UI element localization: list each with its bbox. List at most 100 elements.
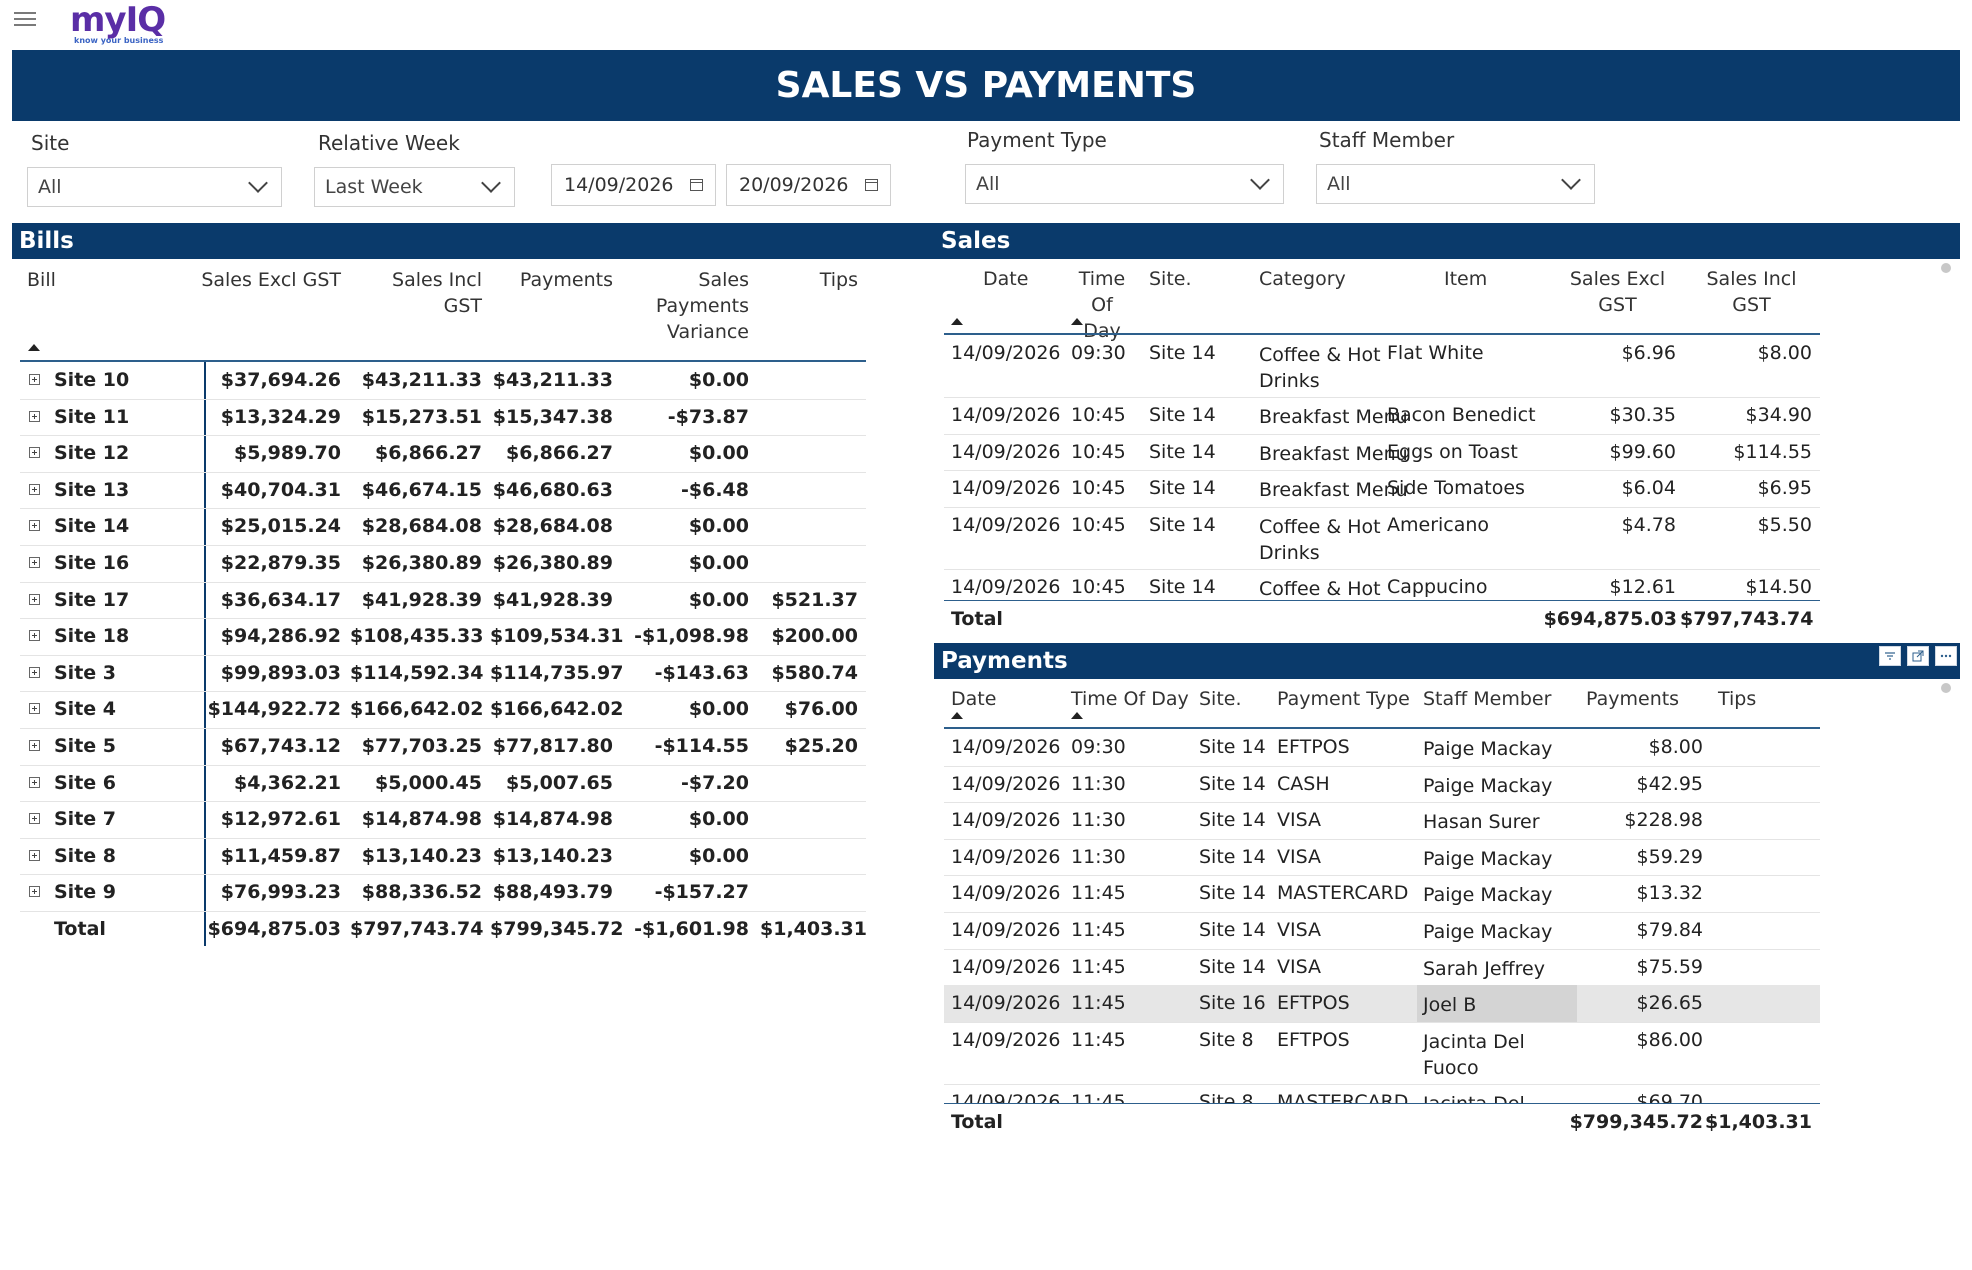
sales-row-divider (944, 433, 1820, 435)
bills-cell-bill-name[interactable]: Site 10 (54, 369, 194, 391)
payments-staff-line: Joel B (1423, 994, 1477, 1017)
expand-row-icon[interactable] (29, 520, 40, 532)
payments-col-time[interactable]: Time Of Day (1071, 686, 1189, 712)
sales-cell-incl: $14.50 (1745, 575, 1812, 598)
sales-col-category[interactable]: Category (1259, 266, 1346, 292)
date-to-input[interactable]: 20/09/2026 (726, 164, 891, 206)
sort-ascending-icon[interactable] (951, 318, 963, 325)
bills-cell-bill-name[interactable]: Site 9 (54, 881, 194, 903)
bills-cell-tips: $521.37 (771, 588, 858, 611)
expand-row-icon[interactable] (29, 886, 40, 898)
staff-member-label: Staff Member (1319, 128, 1455, 152)
expand-row-icon[interactable] (29, 813, 40, 825)
date-from-input[interactable]: 14/09/2026 (551, 164, 716, 206)
payments-cell-date: 14/09/2026 (951, 1028, 1061, 1051)
payments-cell-staff: Jacinta Del (1423, 1091, 1525, 1103)
sales-excl-header-line: Sales Excl (1569, 268, 1666, 290)
bills-cell-bill-name[interactable]: Site 17 (54, 589, 194, 611)
sales-col-item[interactable]: Item (1444, 266, 1487, 292)
payments-cell-site: Site 14 (1199, 882, 1266, 905)
payments-cell-time: 11:45 (1071, 1028, 1126, 1051)
payments-cell-staff: Paige Mackay (1423, 736, 1552, 762)
more-options-icon[interactable] (1935, 646, 1957, 666)
bills-col-sales-incl[interactable]: Sales Incl GST (350, 267, 482, 319)
bills-cell-payments: $14,874.98 (492, 808, 613, 831)
bills-cell-variance: $0.00 (688, 442, 749, 465)
bills-cell-bill-name[interactable]: Site 18 (54, 625, 194, 647)
payments-col-site[interactable]: Site. (1199, 686, 1242, 712)
sales-scrollbar[interactable] (1941, 263, 1951, 273)
sort-ascending-icon[interactable] (1071, 712, 1083, 719)
bills-cell-variance: -$73.87 (667, 405, 749, 428)
expand-row-icon[interactable] (29, 483, 40, 495)
payments-col-tips[interactable]: Tips (1718, 686, 1756, 712)
bills-cell-bill-name[interactable]: Site 5 (54, 735, 194, 757)
bills-cell-bill-name[interactable]: Site 16 (54, 552, 194, 574)
bills-cell-payments: $41,928.39 (492, 588, 613, 611)
bills-cell-variance: -$114.55 (654, 735, 749, 757)
bills-row-divider (20, 618, 866, 620)
payment-type-dropdown[interactable]: All (965, 164, 1284, 204)
bills-cell-bill-name[interactable]: Site 13 (54, 479, 194, 501)
expand-row-icon[interactable] (29, 703, 40, 715)
sales-col-site[interactable]: Site. (1149, 266, 1192, 292)
expand-row-icon[interactable] (29, 630, 40, 642)
bills-cell-bill-name[interactable]: Site 12 (54, 442, 194, 464)
sort-ascending-icon[interactable] (28, 344, 40, 351)
payments-col-date[interactable]: Date (951, 686, 996, 712)
bills-cell-variance: $0.00 (688, 698, 749, 721)
bills-col-bill[interactable]: Bill (27, 267, 56, 293)
sales-row-divider (944, 568, 1820, 570)
bills-row-divider (20, 764, 866, 766)
payments-cell-date: 14/09/2026 (951, 1090, 1061, 1103)
payments-scrollbar[interactable] (1941, 683, 1951, 693)
expand-row-icon[interactable] (29, 447, 40, 459)
payments-col-staff-member[interactable]: Staff Member (1423, 686, 1551, 712)
bills-cell-sales-incl: $41,928.39 (361, 588, 482, 611)
sort-ascending-icon[interactable] (951, 712, 963, 719)
expand-row-icon[interactable] (29, 666, 40, 678)
calendar-icon[interactable] (690, 179, 703, 191)
site-filter-dropdown[interactable]: All (27, 167, 282, 207)
expand-row-icon[interactable] (29, 374, 40, 385)
bills-col-sales-excl[interactable]: Sales Excl GST (200, 267, 341, 293)
sales-category-line: Coffee & Hot (1259, 515, 1381, 538)
bills-cell-bill-name[interactable]: Site 7 (54, 808, 194, 830)
bills-cell-variance: $0.00 (688, 588, 749, 611)
relative-week-dropdown[interactable]: Last Week (314, 167, 515, 207)
bills-cell-sales-excl: $4,362.21 (234, 771, 341, 794)
chevron-down-icon (1561, 170, 1581, 190)
expand-row-icon[interactable] (29, 776, 40, 788)
chevron-down-icon (481, 173, 501, 193)
sales-col-date[interactable]: Date (983, 266, 1028, 292)
sales-col-sales-excl[interactable]: Sales Excl GST (1560, 266, 1675, 318)
sales-cell-category: Coffee & Hot (1259, 576, 1381, 599)
bills-col-payments[interactable]: Payments (490, 267, 613, 293)
bills-cell-bill-name[interactable]: Site 11 (54, 406, 194, 428)
filter-icon[interactable] (1879, 646, 1901, 666)
bills-cell-bill-name[interactable]: Site 6 (54, 772, 194, 794)
calendar-icon[interactable] (865, 179, 878, 191)
payments-col-payments[interactable]: Payments (1586, 686, 1679, 712)
expand-row-icon[interactable] (29, 849, 40, 861)
bills-cell-bill-name[interactable]: Site 3 (54, 662, 194, 684)
bills-col-variance[interactable]: Sales Payments Variance (620, 267, 749, 345)
sales-col-sales-incl[interactable]: Sales Incl GST (1694, 266, 1809, 318)
payments-col-payment-type[interactable]: Payment Type (1277, 686, 1410, 712)
bills-col-tips[interactable]: Tips (760, 267, 858, 293)
expand-row-icon[interactable] (29, 557, 40, 568)
hamburger-menu-icon[interactable] (14, 8, 36, 30)
bills-cell-variance: $0.00 (688, 808, 749, 831)
expand-row-icon[interactable] (29, 740, 40, 751)
bills-cell-bill-name[interactable]: Site 8 (54, 845, 194, 867)
bills-cell-bill-name[interactable]: Site 4 (54, 698, 194, 720)
sort-ascending-icon[interactable] (1071, 318, 1083, 325)
sales-time-header-line: Time (1078, 268, 1126, 290)
expand-row-icon[interactable] (29, 593, 40, 605)
focus-mode-icon[interactable] (1907, 646, 1929, 666)
staff-member-dropdown[interactable]: All (1316, 164, 1595, 204)
bills-cell-sales-excl: $144,922.72 (207, 698, 341, 721)
bills-cell-variance: -$7.20 (681, 771, 749, 794)
bills-cell-bill-name[interactable]: Site 14 (54, 515, 194, 537)
expand-row-icon[interactable] (29, 410, 40, 422)
